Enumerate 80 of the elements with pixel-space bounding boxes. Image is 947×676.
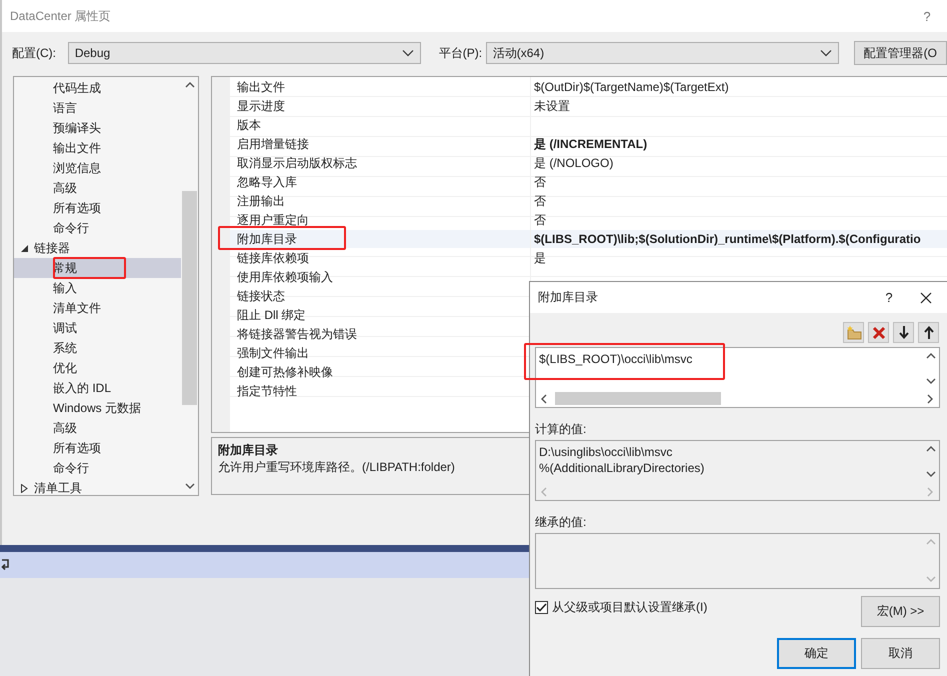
- property-name: 链接库依赖项: [236, 250, 310, 267]
- up-arrow-icon: [924, 326, 934, 339]
- tree-item[interactable]: 预编译头: [14, 118, 181, 138]
- tree-item[interactable]: 语言: [14, 98, 181, 118]
- property-name: 附加库目录: [230, 230, 530, 248]
- property-name: 注册输出: [236, 193, 286, 210]
- property-value[interactable]: 是: [531, 249, 947, 267]
- tree-item[interactable]: 嵌入的 IDL: [14, 378, 181, 398]
- delete-button[interactable]: [868, 322, 889, 343]
- tree-item[interactable]: 输入: [14, 278, 181, 298]
- property-value[interactable]: 否: [531, 192, 947, 210]
- property-name: 显示进度: [236, 98, 286, 115]
- platform-dropdown[interactable]: 活动(x64): [486, 42, 839, 64]
- move-up-button[interactable]: [918, 322, 939, 343]
- property-name: 输出文件: [236, 79, 286, 96]
- move-down-button[interactable]: [893, 322, 914, 343]
- configuration-dropdown[interactable]: Debug: [68, 42, 421, 64]
- cancel-button[interactable]: 取消: [861, 638, 940, 669]
- help-button[interactable]: ?: [874, 284, 904, 312]
- tree-item[interactable]: 所有选项: [14, 198, 181, 218]
- property-name: 链接状态: [236, 288, 286, 305]
- inherited-values-label: 继承的值:: [535, 515, 588, 529]
- configuration-manager-button[interactable]: 配置管理器(O: [854, 41, 947, 65]
- configuration-label: 配置(C):: [12, 44, 57, 62]
- tree-item[interactable]: 高级: [14, 418, 181, 438]
- check-icon: [536, 603, 547, 612]
- property-name: 创建可热修补映像: [236, 364, 334, 381]
- tree-item[interactable]: 代码生成: [14, 78, 181, 98]
- platform-label: 平台(P):: [438, 45, 484, 62]
- property-name: 使用库依赖项输入: [236, 269, 334, 286]
- property-value[interactable]: 否: [531, 173, 947, 191]
- folder-star-icon: [846, 325, 862, 340]
- property-value[interactable]: 是 (/NOLOGO): [531, 154, 947, 172]
- tree-item[interactable]: 所有选项: [14, 438, 181, 458]
- scroll-thumb[interactable]: [182, 191, 197, 405]
- property-name: 将链接器警告视为错误: [236, 326, 358, 343]
- property-name: 忽略导入库: [236, 174, 298, 191]
- tree-item[interactable]: 输出文件: [14, 138, 181, 158]
- tree-item[interactable]: 系统: [14, 338, 181, 358]
- computed-values-label: 计算的值:: [535, 422, 588, 436]
- tree-item[interactable]: 常规: [14, 258, 181, 278]
- property-name: 阻止 Dll 绑定: [236, 307, 307, 324]
- tree-item[interactable]: 清单工具: [14, 478, 181, 498]
- scroll-thumb[interactable]: [555, 392, 721, 405]
- property-name: 版本: [236, 117, 262, 134]
- property-value[interactable]: 未设置: [531, 97, 947, 115]
- close-icon: [920, 292, 932, 304]
- computed-value: D:\usinglibs\occi\lib\msvc: [539, 444, 674, 460]
- ok-button[interactable]: 确定: [777, 638, 856, 669]
- checkbox-label: 从父级或项目默认设置继承(I): [552, 599, 708, 616]
- tree-item[interactable]: 优化: [14, 358, 181, 378]
- computed-value: %(AdditionalLibraryDirectories): [539, 460, 706, 476]
- tree-item[interactable]: 清单文件: [14, 298, 181, 318]
- macro-button[interactable]: 宏(M) >>: [861, 596, 940, 627]
- property-value[interactable]: 是 (/INCREMENTAL): [531, 135, 947, 153]
- tree-item[interactable]: Windows 元数据: [14, 398, 181, 418]
- tree-item[interactable]: 命令行: [14, 218, 181, 238]
- property-name: 启用增量链接: [236, 136, 310, 153]
- window-title: DataCenter 属性页: [10, 8, 112, 24]
- tree-item[interactable]: 命令行: [14, 458, 181, 478]
- help-button[interactable]: ?: [907, 2, 947, 30]
- return-arrow-icon: [1, 559, 11, 571]
- description-text: 允许用户重写环境库路径。(/LIBPATH:folder): [218, 460, 455, 474]
- property-name: 指定节特性: [236, 383, 298, 400]
- delete-icon: [872, 326, 886, 340]
- list-entry[interactable]: $(LIBS_ROOT)\occi\lib\msvc: [539, 351, 919, 367]
- tree-item[interactable]: 调试: [14, 318, 181, 338]
- dialog-title: 附加库目录: [538, 289, 598, 306]
- tree-item[interactable]: 浏览信息: [14, 158, 181, 178]
- description-title: 附加库目录: [218, 443, 278, 457]
- down-arrow-icon: [898, 326, 908, 339]
- property-value[interactable]: $(OutDir)$(TargetName)$(TargetExt): [531, 78, 947, 96]
- property-value[interactable]: $(LIBS_ROOT)\lib;$(SolutionDir)_runtime\$(Platform).$(Configuratio: [531, 230, 947, 248]
- property-name: 取消显示启动版权标志: [236, 155, 358, 172]
- tree-item[interactable]: 高级: [14, 178, 181, 198]
- tree-item[interactable]: 链接器: [14, 238, 181, 258]
- property-value[interactable]: 否: [531, 211, 947, 229]
- property-name: 强制文件输出: [236, 345, 310, 362]
- property-name: 逐用户重定向: [236, 212, 310, 229]
- checkbox[interactable]: [535, 601, 548, 614]
